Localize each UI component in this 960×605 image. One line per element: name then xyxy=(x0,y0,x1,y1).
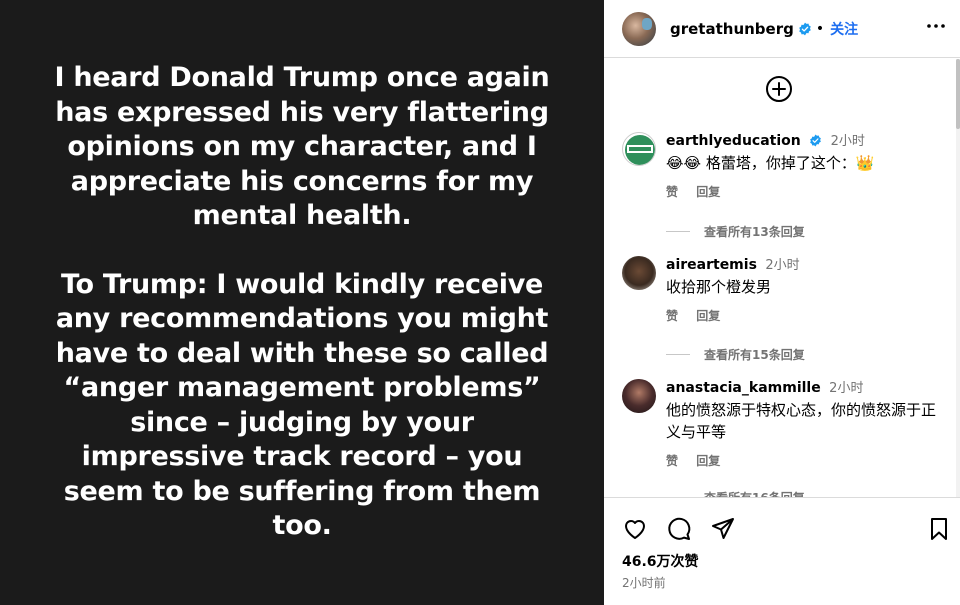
commenter-username[interactable]: anastacia_kammille xyxy=(666,380,821,396)
commenter-username[interactable]: aireartemis xyxy=(666,257,757,273)
scrollbar-thumb[interactable] xyxy=(956,59,960,129)
add-circle-icon[interactable] xyxy=(765,75,793,103)
post-text-paragraph-1: I heard Donald Trump once again has expr… xyxy=(54,62,550,232)
reply-comment-button[interactable]: 回复 xyxy=(696,309,720,323)
comment-time: 2小时 xyxy=(765,258,800,273)
author-username[interactable]: gretathunberg xyxy=(670,20,794,38)
like-comment-button[interactable]: 赞 xyxy=(666,185,678,199)
view-replies-button[interactable]: 查看所有15条回复 xyxy=(666,346,805,363)
post-header: gretathunberg • 关注 xyxy=(604,0,960,58)
comment-time: 2小时 xyxy=(830,134,865,149)
commenter-username[interactable]: earthlyeducation xyxy=(666,133,801,149)
likes-count[interactable]: 46.6万次赞 xyxy=(622,551,699,571)
earth-logo-icon xyxy=(625,135,655,165)
posted-time: 2小时前 xyxy=(622,576,666,590)
more-options-icon[interactable] xyxy=(924,14,948,38)
heart-icon[interactable] xyxy=(622,516,648,542)
comments-scrollbar[interactable] xyxy=(956,59,960,497)
post-text-paragraph-2: To Trump: I would kindly receive any rec… xyxy=(55,268,549,542)
like-comment-button[interactable]: 赞 xyxy=(666,454,678,468)
view-replies-label: 查看所有13条回复 xyxy=(704,225,805,239)
commenter-avatar[interactable] xyxy=(622,132,656,166)
view-replies-button[interactable]: 查看所有16条回复 xyxy=(666,489,805,497)
verified-badge-icon xyxy=(799,22,811,35)
replies-divider xyxy=(666,231,690,232)
post-actions-footer: 46.6万次赞 2小时前 xyxy=(604,497,960,605)
replies-divider xyxy=(666,354,690,355)
reply-comment-button[interactable]: 回复 xyxy=(696,454,720,468)
reply-comment-button[interactable]: 回复 xyxy=(696,185,720,199)
comment-actions: 赞 回复 xyxy=(666,307,948,324)
verified-badge-icon xyxy=(810,134,822,147)
comment-text: 收拾那个橙发男 xyxy=(666,278,772,296)
follow-button[interactable]: 关注 xyxy=(830,19,858,39)
comment-actions: 赞 回复 xyxy=(666,452,948,469)
view-replies-label: 查看所有16条回复 xyxy=(704,489,805,497)
view-replies-button[interactable]: 查看所有13条回复 xyxy=(666,223,805,240)
bookmark-icon[interactable] xyxy=(926,516,952,542)
post-side-panel: gretathunberg • 关注 earthlyeducation 2小时 … xyxy=(604,0,960,605)
comment-time: 2小时 xyxy=(829,381,864,396)
like-comment-button[interactable]: 赞 xyxy=(666,309,678,323)
author-avatar[interactable] xyxy=(622,11,656,46)
share-icon[interactable] xyxy=(710,516,736,542)
comment-actions: 赞 回复 xyxy=(666,183,948,200)
comment-text: 😂😂 格蕾塔，你掉了这个：👑 xyxy=(666,154,875,172)
comment-text: 他的愤怒源于特权心态，你的愤怒源于正义与平等 xyxy=(666,401,937,441)
header-separator: • xyxy=(815,20,825,37)
comments-list: earthlyeducation 2小时 😂😂 格蕾塔，你掉了这个：👑 赞 回复… xyxy=(604,59,956,497)
commenter-avatar[interactable] xyxy=(622,256,656,290)
comment-icon[interactable] xyxy=(666,516,692,542)
view-replies-label: 查看所有15条回复 xyxy=(704,348,805,362)
post-image: I heard Donald Trump once again has expr… xyxy=(0,0,604,605)
commenter-avatar[interactable] xyxy=(622,379,656,413)
